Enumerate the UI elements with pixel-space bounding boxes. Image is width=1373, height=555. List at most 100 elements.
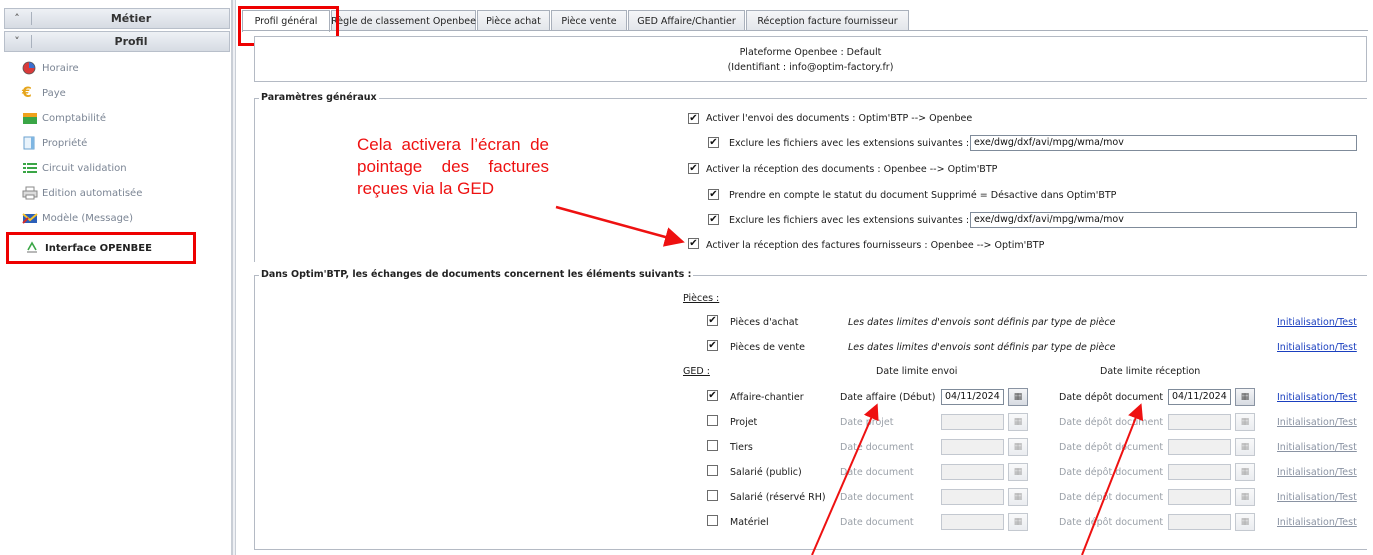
receive-exclude-input[interactable]: exe/dwg/dxf/avi/mpg/wma/mov [970, 212, 1357, 228]
calendar-icon[interactable]: ▦ [1235, 438, 1255, 456]
platform-name: Plateforme Openbee : Default [739, 47, 882, 58]
sidebar-item-label: Circuit validation [42, 162, 127, 174]
tab-piece-achat[interactable]: Pièce achat [477, 10, 550, 31]
send-date-input[interactable] [941, 464, 1004, 480]
tab-label: Règle de classement Openbee [331, 15, 476, 27]
list-icon [22, 161, 38, 175]
send-exclude-input[interactable]: exe/dwg/dxf/avi/mpg/wma/mov [970, 135, 1357, 151]
send-date-label: Date document [840, 442, 914, 453]
tab-ged-affaire-chantier[interactable]: GED Affaire/Chantier [628, 10, 745, 31]
send-date-input[interactable] [941, 414, 1004, 430]
ged-row-checkbox[interactable] [707, 515, 718, 526]
calendar-icon[interactable]: ▦ [1235, 388, 1255, 406]
tab-bar-underline [242, 30, 1368, 31]
receive-date-input[interactable] [1168, 414, 1231, 430]
send-exclude-label: Exclure les fichiers avec les extensions… [729, 138, 970, 149]
calendar-icon[interactable]: ▦ [1235, 513, 1255, 531]
receive-date-label: Date dépôt document [1059, 517, 1164, 528]
annotation-text: Cela activera l’écran de pointage des fa… [357, 135, 549, 198]
pieces-vente-init-link[interactable]: Initialisation/Test [1277, 342, 1357, 353]
section-metier[interactable]: ˄ Métier [4, 8, 230, 29]
ged-row-init-link[interactable]: Initialisation/Test [1277, 467, 1357, 478]
pieces-vente-label: Pièces de vente [730, 342, 805, 353]
calendar-icon[interactable]: ▦ [1008, 413, 1028, 431]
col-receive-heading: Date limite réception [1100, 366, 1201, 377]
send-date-input[interactable]: 04/11/2024 [941, 389, 1004, 405]
sidebar-item-circuit-validation[interactable]: Circuit validation [22, 159, 127, 177]
receive-checkbox[interactable]: ✔ [688, 163, 699, 174]
ged-row-checkbox[interactable] [707, 490, 718, 501]
ged-row-checkbox[interactable] [707, 440, 718, 451]
receive-date-input[interactable] [1168, 439, 1231, 455]
ged-row-label: Affaire-chantier [730, 392, 804, 403]
invoices-label: Activer la réception des factures fourni… [706, 240, 1045, 251]
ged-row-init-link[interactable]: Initialisation/Test [1277, 517, 1357, 528]
sidebar-item-label: Paye [42, 87, 66, 99]
ged-row-init-link[interactable]: Initialisation/Test [1277, 492, 1357, 503]
receive-date-input[interactable] [1168, 489, 1231, 505]
calendar-icon[interactable]: ▦ [1008, 488, 1028, 506]
sidebar-item-label: Propriété [42, 137, 88, 149]
sidebar: ˄ Métier ˅ Profil Horaire € Paye Comptab… [0, 0, 232, 555]
ged-row-checkbox[interactable] [707, 415, 718, 426]
sidebar-item-paye[interactable]: € Paye [22, 84, 66, 102]
send-label: Activer l'envoi des documents : Optim'BT… [706, 113, 973, 124]
pieces-achat-note: Les dates limites d'envois sont définis … [848, 317, 1116, 328]
splitter[interactable] [232, 0, 236, 555]
pieces-vente-note: Les dates limites d'envois sont définis … [848, 342, 1116, 353]
deleted-status-checkbox[interactable]: ✔ [708, 189, 719, 200]
tab-reception-facture[interactable]: Réception facture fournisseur [746, 10, 909, 31]
tab-regle-classement[interactable]: Règle de classement Openbee [331, 10, 476, 31]
tab-piece-vente[interactable]: Pièce vente [551, 10, 627, 31]
receive-exclude-checkbox[interactable]: ✔ [708, 214, 719, 225]
ged-row-init-link[interactable]: Initialisation/Test [1277, 392, 1357, 403]
sidebar-item-propriete[interactable]: Propriété [22, 134, 87, 152]
tab-label: GED Affaire/Chantier [637, 15, 736, 27]
section-label: Profil [114, 35, 148, 48]
receive-date-input[interactable]: 04/11/2024 [1168, 389, 1231, 405]
calendar-icon[interactable]: ▦ [1235, 413, 1255, 431]
calendar-icon[interactable]: ▦ [1008, 438, 1028, 456]
pieces-achat-label: Pièces d'achat [730, 317, 799, 328]
sidebar-item-label: Comptabilité [42, 112, 106, 124]
send-checkbox[interactable]: ✔ [688, 113, 699, 124]
sidebar-item-interface-openbee[interactable]: Interface OPENBEE [25, 239, 152, 257]
ged-row-checkbox[interactable] [707, 465, 718, 476]
receive-date-input[interactable] [1168, 464, 1231, 480]
receive-date-label: Date dépôt document [1059, 392, 1164, 403]
receive-date-input[interactable] [1168, 514, 1231, 530]
ged-row-init-link[interactable]: Initialisation/Test [1277, 417, 1357, 428]
calendar-icon[interactable]: ▦ [1235, 488, 1255, 506]
send-date-input[interactable] [941, 439, 1004, 455]
pieces-vente-checkbox[interactable]: ✔ [707, 340, 718, 351]
sidebar-item-horaire[interactable]: Horaire [22, 59, 79, 77]
sidebar-item-comptabilite[interactable]: Comptabilité [22, 109, 106, 127]
mail-icon [22, 211, 38, 225]
sidebar-item-edition-automatisee[interactable]: Edition automatisée [22, 184, 142, 202]
ged-row-label: Salarié (public) [730, 467, 802, 478]
send-date-input[interactable] [941, 489, 1004, 505]
sidebar-item-label: Horaire [42, 62, 79, 74]
section-profil[interactable]: ˅ Profil [4, 31, 230, 52]
ged-heading: GED : [683, 366, 710, 377]
deleted-status-label: Prendre en compte le statut du document … [729, 190, 1117, 201]
ged-row-checkbox[interactable]: ✔ [707, 390, 718, 401]
sidebar-item-label: Modèle (Message) [42, 212, 133, 224]
document-icon [22, 136, 38, 150]
pieces-achat-init-link[interactable]: Initialisation/Test [1277, 317, 1357, 328]
sidebar-item-modele-message[interactable]: Modèle (Message) [22, 209, 133, 227]
send-date-label: Date affaire (Début) [840, 392, 936, 403]
send-date-input[interactable] [941, 514, 1004, 530]
pieces-achat-checkbox[interactable]: ✔ [707, 315, 718, 326]
calendar-icon[interactable]: ▦ [1235, 463, 1255, 481]
ged-row-label: Salarié (réservé RH) [730, 492, 826, 503]
calendar-icon[interactable]: ▦ [1008, 388, 1028, 406]
send-exclude-checkbox[interactable]: ✔ [708, 137, 719, 148]
calendar-icon[interactable]: ▦ [1008, 513, 1028, 531]
receive-date-label: Date dépôt document [1059, 492, 1164, 503]
ged-row-init-link[interactable]: Initialisation/Test [1277, 442, 1357, 453]
calendar-icon[interactable]: ▦ [1008, 463, 1028, 481]
platform-identifier: (Identifiant : info@optim-factory.fr) [727, 62, 894, 73]
invoices-checkbox[interactable]: ✔ [688, 238, 699, 249]
receive-exclude-label: Exclure les fichiers avec les extensions… [729, 215, 970, 226]
